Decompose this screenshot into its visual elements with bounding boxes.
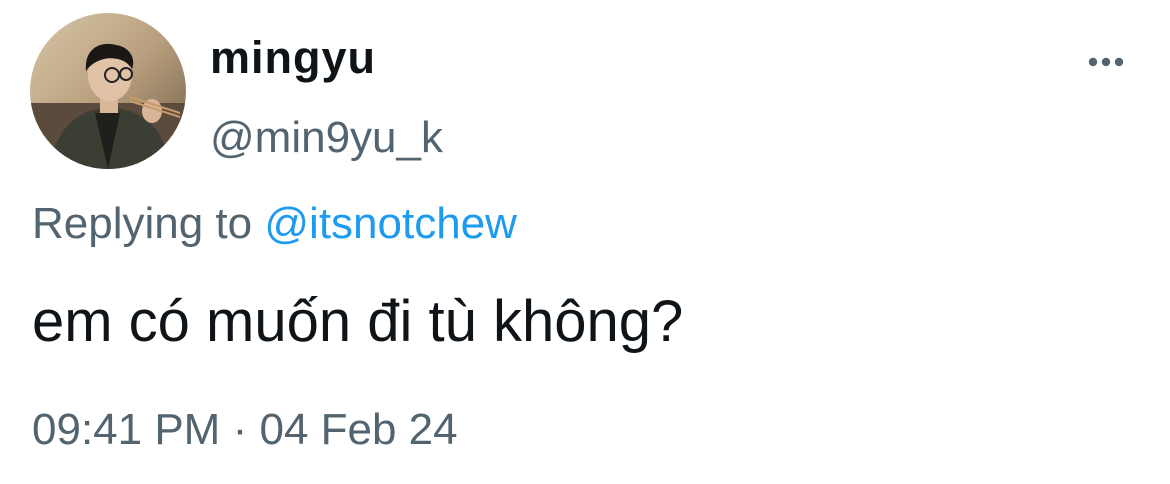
avatar-photo — [30, 13, 186, 169]
more-options-button[interactable] — [1082, 46, 1130, 76]
tweet-time: 09:41 PM — [32, 405, 221, 454]
tweet-text: em có muốn đi tù không? — [32, 289, 684, 354]
tweet-card: mingyu @min9yu_k Replying to @itsnotchew… — [0, 0, 1170, 484]
tweet-timestamp[interactable]: 09:41 PM · 04 Feb 24 — [32, 402, 458, 458]
author-handle[interactable]: @min9yu_k — [210, 110, 443, 166]
more-horizontal-icon — [1088, 57, 1124, 67]
reply-target-link[interactable]: @itsnotchew — [264, 199, 517, 248]
replying-to-line: Replying to @itsnotchew — [32, 196, 517, 252]
tweet-date: 04 Feb 24 — [259, 405, 458, 454]
avatar[interactable] — [30, 13, 186, 169]
author-display-name[interactable]: mingyu — [210, 30, 376, 86]
meta-separator: · — [232, 405, 248, 454]
replying-to-label: Replying to — [32, 199, 253, 248]
